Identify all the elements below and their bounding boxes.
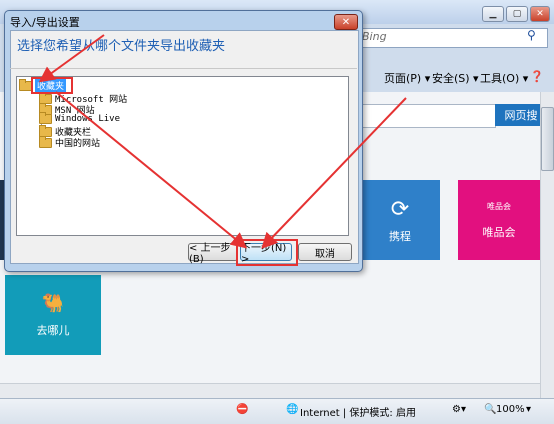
annotation-arrow [38, 34, 105, 83]
annotation-arrow [55, 91, 248, 249]
annotation-arrows [38, 34, 407, 249]
annotation-arrow [261, 97, 407, 249]
